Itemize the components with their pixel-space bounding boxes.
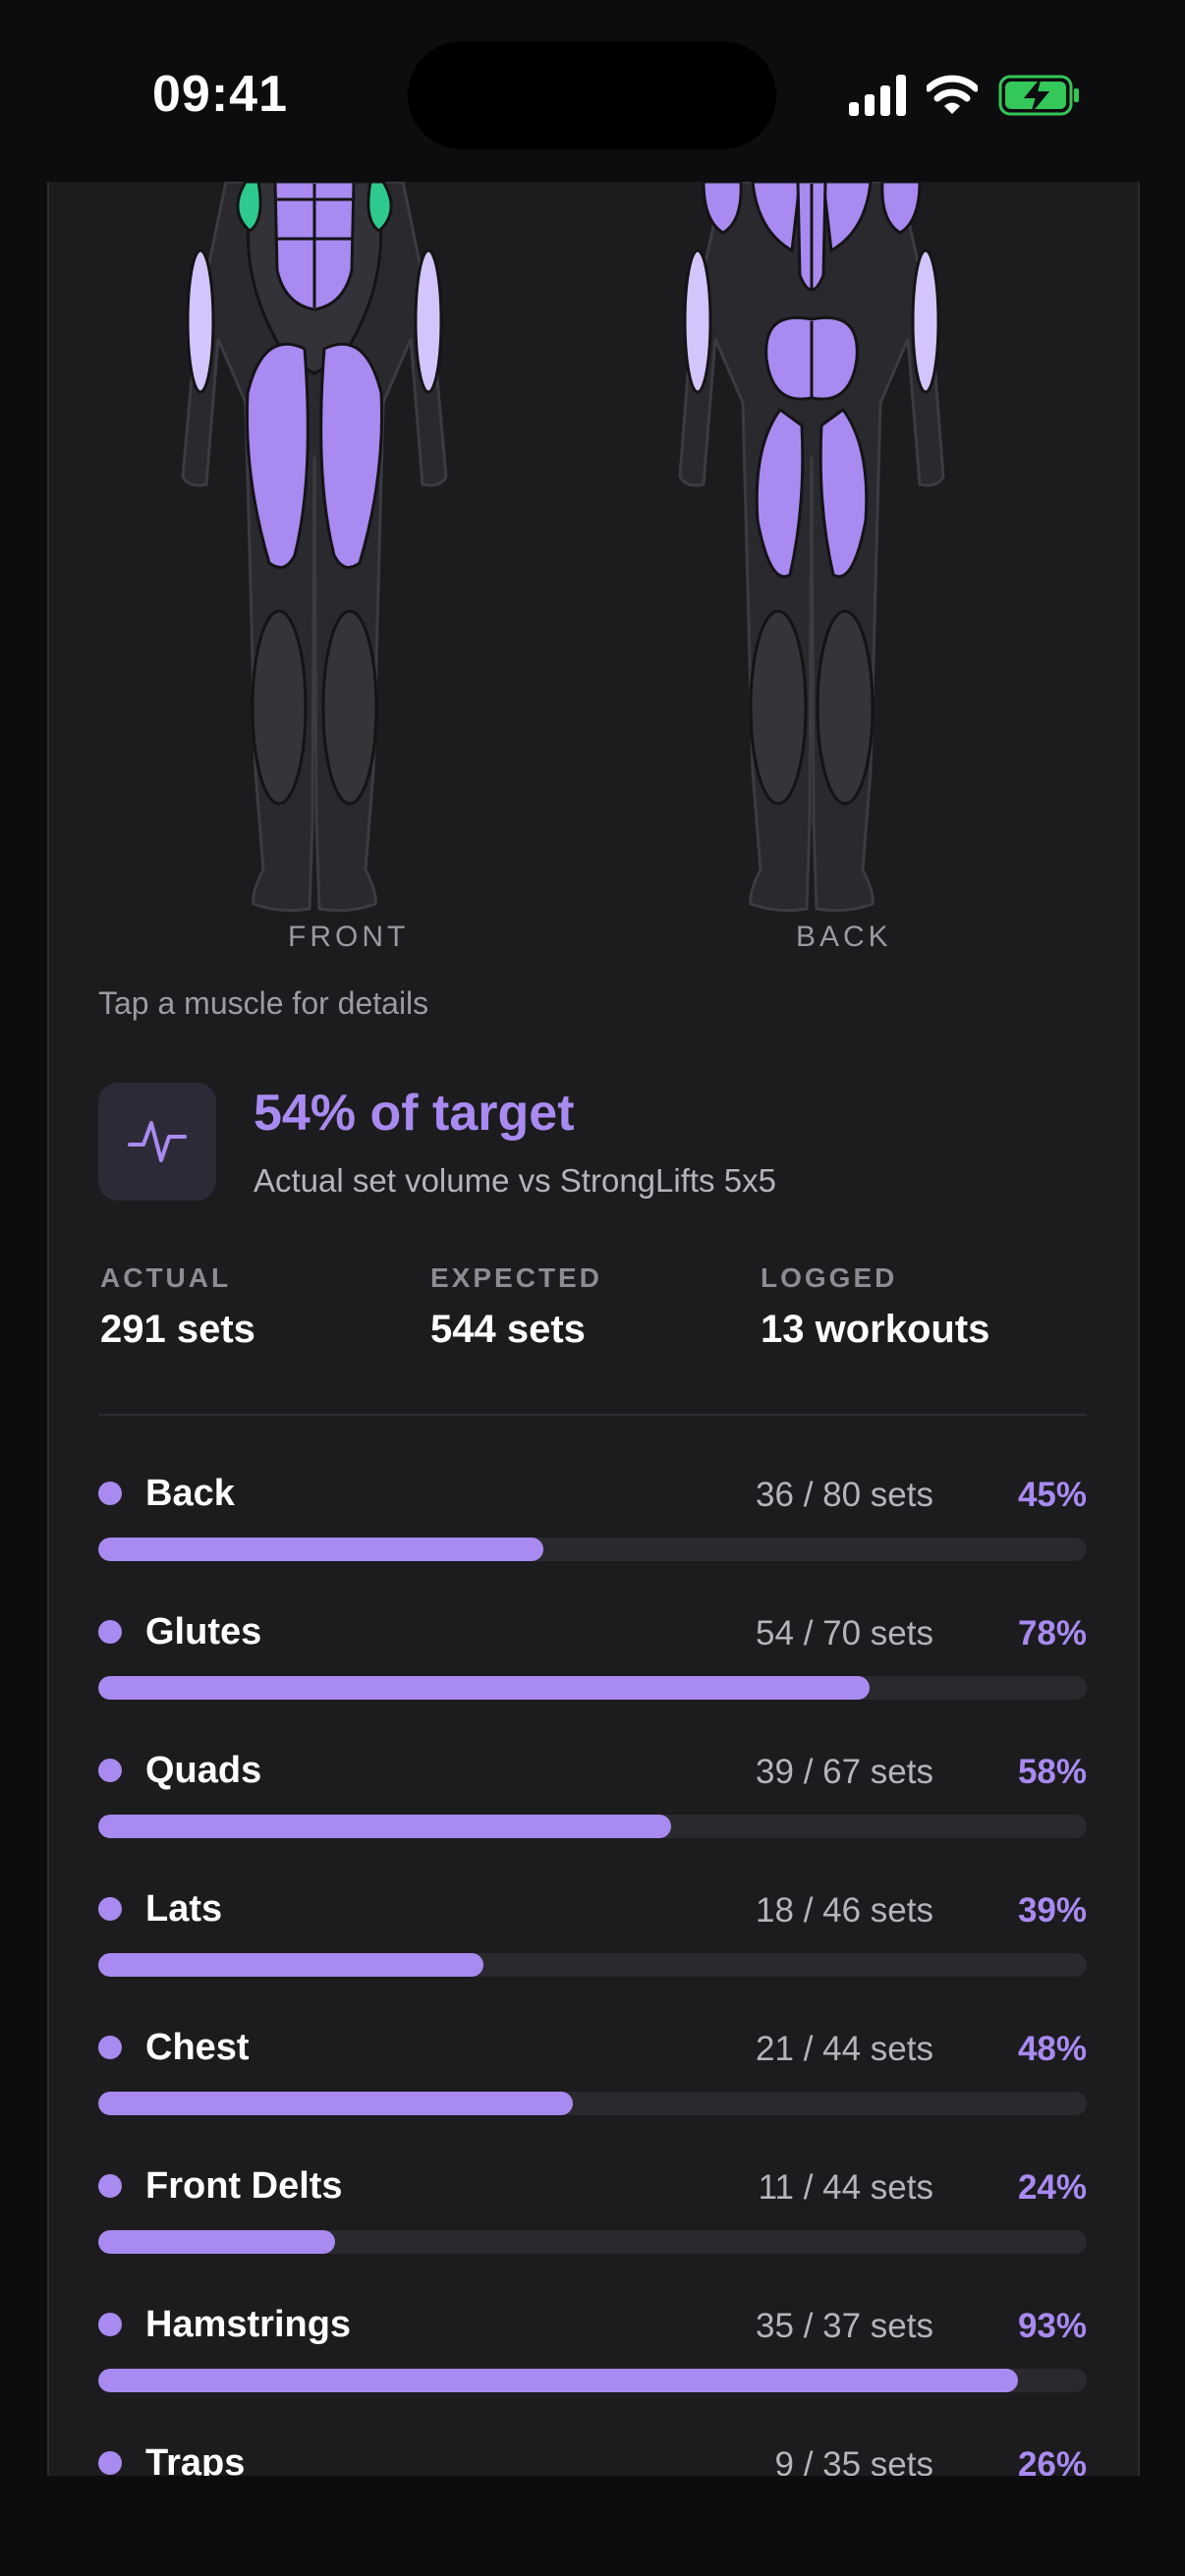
dynamic-island [408, 41, 776, 149]
section-divider [98, 1414, 1087, 1416]
stat-value: 544 sets [430, 1308, 586, 1351]
forearm-left [186, 249, 215, 394]
muscle-percent: 39% [1017, 1891, 1087, 1930]
muscle-percent: 45% [1017, 1476, 1087, 1514]
muscle-dot [98, 1482, 122, 1505]
muscle-name: Quads [145, 1750, 262, 1791]
muscle-name: Back [145, 1473, 235, 1514]
muscle-dot [98, 2036, 122, 2059]
muscle-sets: 39 / 67 sets [756, 1753, 933, 1791]
muscle-percent: 24% [1017, 2168, 1087, 2207]
muscle-row-front-delts[interactable]: Front Delts 11 / 44 sets 24% [98, 2163, 1087, 2302]
target-percent-title: 54% of target [254, 1085, 575, 1142]
stat-label: ACTUAL [100, 1262, 232, 1293]
stat-label: LOGGED [761, 1262, 898, 1293]
stat-value: 13 workouts [761, 1308, 990, 1351]
progress-track [98, 2230, 1087, 2254]
cellular-signal-icon [849, 75, 906, 116]
muscle-dot [98, 2174, 122, 2198]
progress-track [98, 1815, 1087, 1838]
muscle-dot [98, 2313, 122, 2336]
muscle-sets: 9 / 35 sets [774, 2445, 933, 2476]
muscle-volume-card: FRONT BACK Tap a muscle for details 54% … [47, 182, 1140, 2476]
muscle-name: Glutes [145, 1611, 262, 1652]
status-bar: 09:41 [0, 0, 1185, 182]
wifi-icon [927, 75, 978, 114]
activity-pulse-icon [128, 1121, 187, 1162]
stat-actual: ACTUAL 291 sets [100, 1262, 255, 1352]
muscle-row-traps[interactable]: Traps 9 / 35 sets 26% [98, 2440, 1087, 2476]
progress-track [98, 2369, 1087, 2392]
status-time: 09:41 [152, 66, 288, 123]
progress-track [98, 1538, 1087, 1561]
progress-fill [98, 1676, 870, 1700]
muscle-dot [98, 1620, 122, 1644]
progress-fill [98, 2369, 1018, 2392]
muscle-sets: 11 / 44 sets [758, 2168, 933, 2207]
muscle-dot [98, 2451, 122, 2475]
progress-fill [98, 1815, 672, 1838]
progress-track [98, 2092, 1087, 2115]
tap-muscle-hint: Tap a muscle for details [98, 985, 429, 1021]
muscle-percent: 58% [1017, 1753, 1087, 1791]
shin-left [251, 609, 308, 806]
muscle-percent: 26% [1017, 2445, 1087, 2476]
muscle-percent: 93% [1017, 2307, 1087, 2345]
muscle-sets: 35 / 37 sets [756, 2307, 933, 2345]
muscle-dot [98, 1759, 122, 1782]
progress-fill [98, 1538, 543, 1561]
calf-left [749, 609, 808, 806]
muscle-percent: 48% [1017, 2030, 1087, 2068]
back-forearm-right [911, 249, 940, 394]
muscle-name: Hamstrings [145, 2304, 352, 2345]
muscle-row-back[interactable]: Back 36 / 80 sets 45% [98, 1471, 1087, 1609]
progress-fill [98, 2230, 336, 2254]
target-icon-container [98, 1083, 216, 1201]
back-body-diagram [678, 182, 945, 913]
stat-logged: LOGGED 13 workouts [761, 1262, 989, 1352]
front-body-diagram [181, 182, 448, 913]
progress-track [98, 1676, 1087, 1700]
muscle-name: Traps [145, 2442, 246, 2476]
forearm-right [414, 249, 443, 394]
target-subtitle: Actual set volume vs StrongLifts 5x5 [254, 1162, 776, 1199]
muscle-row-hamstrings[interactable]: Hamstrings 35 / 37 sets 93% [98, 2302, 1087, 2440]
front-view-label: FRONT [288, 921, 410, 953]
progress-fill [98, 2092, 573, 2115]
progress-fill [98, 1953, 484, 1977]
muscle-row-chest[interactable]: Chest 21 / 44 sets 48% [98, 2025, 1087, 2163]
muscle-name: Chest [145, 2027, 250, 2068]
calf-right [816, 609, 875, 806]
muscle-sets: 54 / 70 sets [756, 1614, 933, 1652]
stat-label: EXPECTED [430, 1262, 602, 1293]
stat-value: 291 sets [100, 1308, 255, 1351]
muscle-row-glutes[interactable]: Glutes 54 / 70 sets 78% [98, 1609, 1087, 1748]
battery-charging-icon [998, 75, 1079, 116]
muscle-name: Front Delts [145, 2165, 343, 2207]
muscle-sets: 21 / 44 sets [756, 2030, 933, 2068]
back-forearm-left [683, 249, 712, 394]
stat-expected: EXPECTED 544 sets [430, 1262, 602, 1352]
muscle-dot [98, 1897, 122, 1921]
muscle-name: Lats [145, 1888, 223, 1930]
progress-track [98, 1953, 1087, 1977]
muscle-row-quads[interactable]: Quads 39 / 67 sets 58% [98, 1748, 1087, 1886]
muscle-row-lats[interactable]: Lats 18 / 46 sets 39% [98, 1886, 1087, 2025]
muscle-sets: 36 / 80 sets [756, 1476, 933, 1514]
back-view-label: BACK [796, 921, 892, 953]
muscle-sets: 18 / 46 sets [756, 1891, 933, 1930]
muscle-percent: 78% [1017, 1614, 1087, 1652]
shin-right [321, 609, 378, 806]
